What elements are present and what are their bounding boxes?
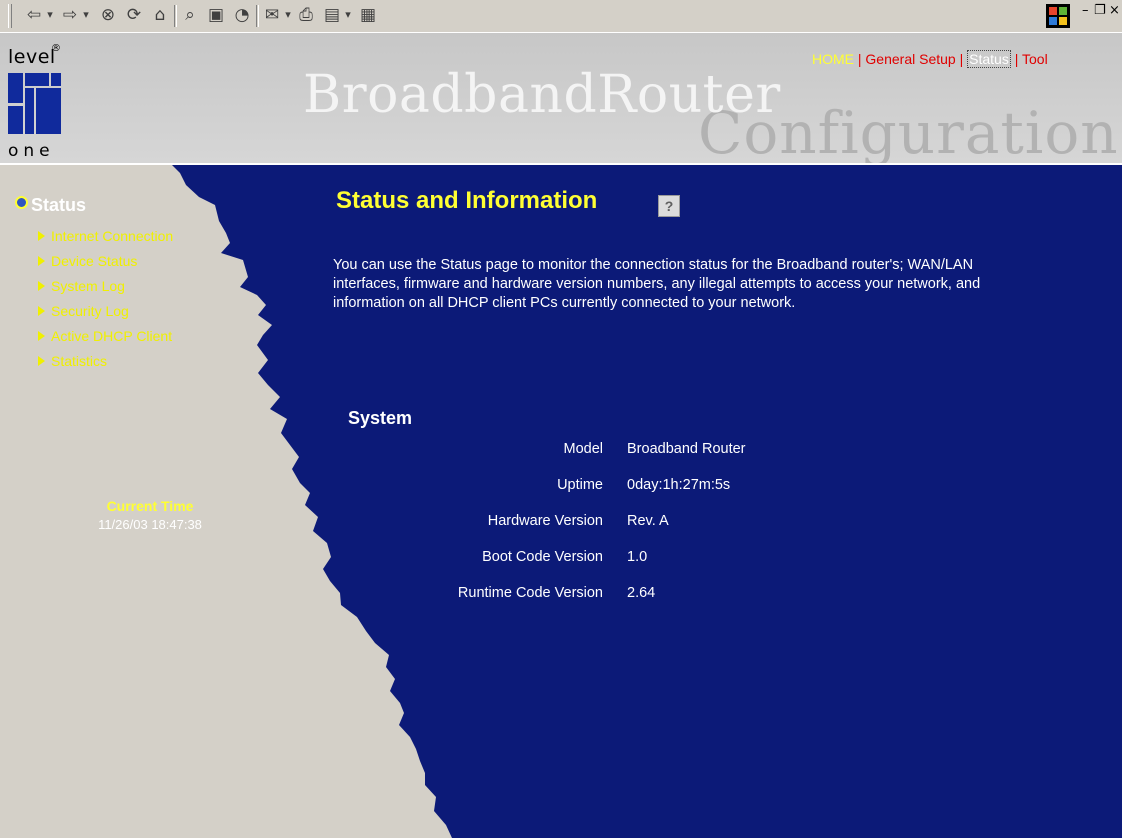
page-header: level ® one Configuration BroadbandRoute…: [0, 33, 1122, 163]
system-value: Broadband Router: [627, 441, 746, 457]
sidebar-item-label: Active DHCP Client: [51, 328, 173, 344]
sidebar-item-statistics[interactable]: Statistics: [38, 353, 107, 369]
favorites-icon[interactable]: ▣: [206, 5, 226, 25]
nav-separator: |: [959, 51, 964, 67]
system-value: 2.64: [627, 585, 656, 601]
sidebar-item-label: Internet Connection: [51, 228, 174, 244]
nav-separator: |: [1014, 51, 1019, 67]
arrow-right-icon: [38, 306, 45, 316]
logo-text-top: level: [8, 46, 56, 68]
sidebar-item-label: Device Status: [51, 253, 138, 269]
system-value: 1.0: [627, 549, 648, 565]
main-area: Status Internet Connection Device Status…: [0, 165, 1122, 838]
top-navigation: HOME | General Setup | Status | Tool: [812, 50, 1048, 68]
arrow-right-icon: [38, 231, 45, 241]
table-row: Hardware Version Rev. A: [400, 513, 746, 549]
back-dropdown-icon[interactable]: ▾: [45, 5, 55, 25]
edit-icon[interactable]: ▤: [322, 5, 342, 25]
print-icon[interactable]: ⎙: [296, 5, 316, 25]
system-key: Boot Code Version: [482, 549, 603, 565]
nav-general-setup-link[interactable]: General Setup: [865, 51, 955, 67]
back-icon[interactable]: ⇦: [24, 5, 44, 25]
nav-separator: |: [857, 51, 862, 67]
sidebar-item-system-log[interactable]: System Log: [38, 278, 125, 294]
sidebar-item-label: Security Log: [51, 303, 129, 319]
system-key: Runtime Code Version: [457, 585, 603, 601]
close-icon[interactable]: ×: [1109, 3, 1120, 18]
sidebar-title[interactable]: Status: [15, 195, 86, 216]
help-icon[interactable]: ?: [658, 195, 680, 217]
nav-status-link[interactable]: Status: [967, 50, 1011, 68]
current-time-label: Current Time: [106, 498, 194, 514]
levelone-logo: level ® one: [8, 43, 62, 161]
sidebar-title-label: Status: [31, 195, 87, 215]
history-icon[interactable]: ◔: [232, 5, 252, 25]
table-row: Runtime Code Version 2.64: [400, 585, 746, 621]
browser-toolbar: ⇦ ▾ ⇨ ▾ ⊗ ⟳ ⌂ ⌕ ▣ ◔ ✉ ▾ ⎙ ▤ ▾ ▦ – ❐ ×: [0, 0, 1122, 33]
windows-logo-icon: [1046, 4, 1070, 28]
mail-dropdown-icon[interactable]: ▾: [283, 5, 293, 25]
nav-home-link[interactable]: HOME: [812, 51, 854, 67]
system-key: Hardware Version: [487, 513, 603, 529]
home-icon[interactable]: ⌂: [150, 5, 170, 25]
mail-icon[interactable]: ✉: [262, 5, 282, 25]
toolbar-separator: [174, 5, 177, 27]
discuss-icon[interactable]: ▦: [358, 5, 378, 25]
system-value: Rev. A: [627, 513, 669, 529]
sidebar-item-active-dhcp-client[interactable]: Active DHCP Client: [38, 328, 172, 344]
minimize-icon[interactable]: –: [1082, 3, 1089, 18]
toolbar-grip[interactable]: [8, 4, 12, 28]
system-info-table: Model Broadband Router Uptime 0day:1h:27…: [400, 441, 746, 621]
logo-text-bottom: one: [8, 141, 55, 161]
arrow-right-icon: [38, 331, 45, 341]
search-icon[interactable]: ⌕: [180, 5, 200, 25]
header-brand: BroadbandRouter: [303, 65, 781, 125]
sidebar-item-label: System Log: [51, 278, 125, 294]
stop-icon[interactable]: ⊗: [98, 5, 118, 25]
sidebar-item-label: Statistics: [51, 353, 108, 369]
toolbar-separator: [256, 5, 259, 27]
intro-text: You can use the Status page to monitor t…: [333, 257, 981, 311]
arrow-right-icon: [38, 256, 45, 266]
page-title: Status and Information: [336, 187, 598, 214]
system-value: 0day:1h:27m:5s: [627, 477, 731, 493]
system-heading: System: [348, 408, 413, 428]
table-row: Boot Code Version 1.0: [400, 549, 746, 585]
forward-icon[interactable]: ⇨: [60, 5, 80, 25]
arrow-right-icon: [38, 356, 45, 366]
table-row: Model Broadband Router: [400, 441, 746, 477]
system-key: Uptime: [557, 477, 603, 493]
edit-dropdown-icon[interactable]: ▾: [343, 5, 353, 25]
selected-radio-icon: [15, 196, 28, 209]
logo-registered: ®: [51, 43, 62, 54]
restore-icon[interactable]: ❐: [1094, 3, 1106, 18]
forward-dropdown-icon[interactable]: ▾: [81, 5, 91, 25]
sidebar-item-security-log[interactable]: Security Log: [38, 303, 129, 319]
table-row: Uptime 0day:1h:27m:5s: [400, 477, 746, 513]
sidebar-item-internet-connection[interactable]: Internet Connection: [38, 228, 173, 244]
system-key: Model: [563, 441, 604, 457]
sidebar-item-device-status[interactable]: Device Status: [38, 253, 137, 269]
refresh-icon[interactable]: ⟳: [124, 5, 144, 25]
current-time-value: 11/26/03 18:47:38: [98, 517, 202, 532]
arrow-right-icon: [38, 281, 45, 291]
nav-tool-link[interactable]: Tool: [1022, 51, 1048, 67]
